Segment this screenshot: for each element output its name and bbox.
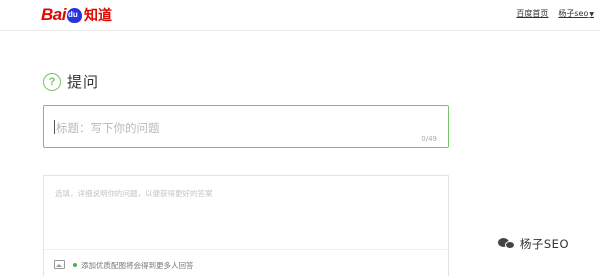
chevron-down-icon: ▼ [589,11,594,18]
question-title-input[interactable]: 标题：写下你的问题 0/49 [43,105,449,148]
username-label: 杨子seo [558,9,589,18]
char-counter: 0/49 [421,135,437,143]
image-hint-text: 添加优质配图将会得到更多人回答 [81,261,194,270]
watermark-text: 杨子SEO [519,237,569,251]
page-heading: ? 提问 [43,71,99,92]
baidu-home-link[interactable]: 百度首页 [516,8,548,19]
question-description-input[interactable]: 选填，详细说明你的问题，以便获得更好的答案 添加优质配图将会得到更多人回答 [43,175,449,276]
page-title: 提问 [67,73,100,91]
top-bar: Bai 知道 百度首页 杨子seo▼ [0,0,600,31]
image-upload-icon[interactable] [54,260,65,269]
baidu-zhidao-logo[interactable]: Bai 知道 [41,5,112,25]
title-placeholder: 标题：写下你的问题 [56,121,160,135]
top-links: 百度首页 杨子seo▼ [516,8,594,19]
question-circle-icon: ? [43,72,61,91]
description-placeholder: 选填，详细说明你的问题，以便获得更好的答案 [55,189,213,198]
watermark: 杨子SEO [497,236,569,252]
baidu-paw-icon [66,7,82,23]
user-menu[interactable]: 杨子seo▼ [558,8,594,19]
text-cursor [54,120,55,134]
wechat-icon [497,237,516,251]
divider [44,249,448,250]
hint-dot-icon [73,263,77,267]
